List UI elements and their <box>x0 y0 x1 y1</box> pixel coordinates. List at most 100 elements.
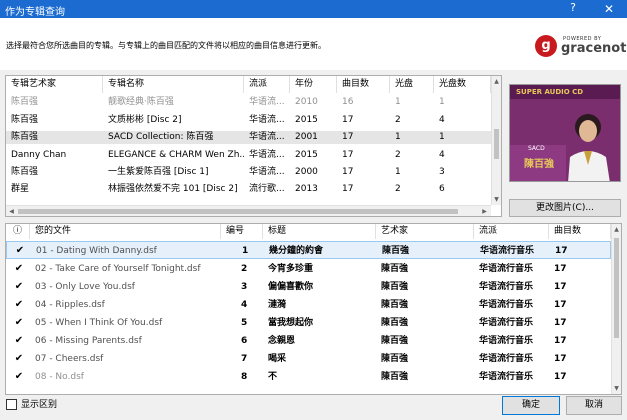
track-file: 05 - When I Think Of You.dsf <box>35 318 163 328</box>
album-year: 2001 <box>295 132 318 142</box>
col-header-genre[interactable]: 流派 <box>244 76 290 93</box>
track-genre: 华语流行音乐 <box>479 318 534 328</box>
album-row[interactable]: 陈百强 文质彬彬 [Disc 2] 华语流... 2015 17 2 4 <box>6 114 491 127</box>
album-name: ELEGANCE & CHARM Wen Zh... <box>108 150 244 160</box>
scroll-down-icon[interactable]: ▼ <box>492 194 501 205</box>
col-header-number[interactable]: 编号 <box>221 224 263 239</box>
album-disc: 1 <box>395 167 401 177</box>
col-header-title[interactable]: 标题 <box>263 224 376 239</box>
track-number: 1 <box>242 246 249 256</box>
album-disc: 1 <box>395 97 401 107</box>
track-row[interactable]: ✔ 03 - Only Love You.dsf 3 偏偏喜歡你 陳百強 华语流… <box>6 278 611 296</box>
check-icon[interactable]: ✔ <box>12 260 26 278</box>
close-button[interactable]: ✕ <box>596 0 622 18</box>
album-genre: 华语流... <box>249 150 285 160</box>
change-picture-button[interactable]: 更改图片(C)... <box>509 199 621 217</box>
album-disc-count: 3 <box>439 167 445 177</box>
track-number: 7 <box>241 354 248 364</box>
check-icon[interactable]: ✔ <box>12 332 26 350</box>
col-header-your-file[interactable]: 您的文件 <box>30 224 221 239</box>
check-icon[interactable]: ✔ <box>13 242 27 260</box>
col-header-track-count[interactable]: 曲目数 <box>549 224 611 239</box>
check-icon[interactable]: ✔ <box>12 314 26 332</box>
help-button[interactable]: ? <box>566 1 580 17</box>
album-list-vscroll-thumb[interactable] <box>494 129 499 159</box>
info-icon[interactable]: ⓘ <box>6 224 30 239</box>
cancel-button[interactable]: 取消 <box>566 396 622 415</box>
album-name: 靓歌经典·陈百强 <box>108 97 174 107</box>
window-title: 作为专辑查询 <box>5 7 65 18</box>
album-name: SACD Collection: 陈百强 <box>108 132 214 142</box>
gracenote-g-icon: g <box>535 35 557 57</box>
scroll-right-icon[interactable]: ▶ <box>479 206 490 216</box>
check-icon[interactable]: ✔ <box>12 368 26 386</box>
check-icon[interactable]: ✔ <box>12 278 26 296</box>
album-row[interactable]: Danny Chan ELEGANCE & CHARM Wen Zh... 华语… <box>6 149 491 162</box>
track-artist: 陳百強 <box>381 336 409 346</box>
track-row[interactable]: ✔ 04 - Ripples.dsf 4 漣漪 陳百強 华语流行音乐 17 <box>6 296 611 314</box>
show-differences-label: 显示区别 <box>21 400 58 410</box>
col-header-genre[interactable]: 流派 <box>474 224 549 239</box>
album-list[interactable]: 专辑艺术家 专辑名称 流派 年份 曲目数 光盘 光盘数 陈百强 靓歌经典·陈百强… <box>5 75 502 217</box>
album-artist: 陈百强 <box>11 132 39 142</box>
col-header-artist[interactable]: 艺术家 <box>376 224 474 239</box>
album-row[interactable]: 群星 林振强依然爱不完 101 [Disc 2] 流行歌... 2013 17 … <box>6 183 491 196</box>
ok-button[interactable]: 确定 <box>502 396 560 415</box>
scroll-left-icon[interactable]: ◀ <box>6 206 17 216</box>
col-header-track-count[interactable]: 曲目数 <box>337 76 390 93</box>
track-title: 念親恩 <box>268 336 296 346</box>
track-artist: 陳百強 <box>381 264 409 274</box>
album-artist: 陈百强 <box>11 115 39 125</box>
track-row[interactable]: ✔ 07 - Cheers.dsf 7 喝采 陳百強 华语流行音乐 17 <box>6 350 611 368</box>
album-track-count: 17 <box>342 115 354 125</box>
col-header-year[interactable]: 年份 <box>290 76 337 93</box>
album-track-count: 17 <box>342 132 354 142</box>
album-cover-image: SUPER AUDIO CD SACD 陳百強 <box>509 84 621 182</box>
instruction-text: 选择最符合您所选曲目的专辑。与专辑上的曲目匹配的文件将以相应的曲目信息进行更新。 <box>6 41 326 50</box>
album-name: 林振强依然爱不完 101 [Disc 2] <box>108 184 238 194</box>
album-list-hscroll-thumb[interactable] <box>18 209 458 214</box>
track-genre: 华语流行音乐 <box>479 336 534 346</box>
track-list-vscroll-thumb[interactable] <box>614 238 619 338</box>
track-genre: 华语流行音乐 <box>479 264 534 274</box>
scroll-up-icon[interactable]: ▲ <box>612 224 621 235</box>
col-header-album-artist[interactable]: 专辑艺术家 <box>6 76 103 93</box>
album-disc-count: 6 <box>439 184 445 194</box>
album-genre: 华语流... <box>249 97 285 107</box>
album-track-count: 17 <box>342 150 354 160</box>
track-number: 6 <box>241 336 248 346</box>
scroll-up-icon[interactable]: ▲ <box>492 76 501 87</box>
album-row[interactable]: 陈百强 靓歌经典·陈百强 华语流... 2010 16 1 1 <box>6 96 491 109</box>
track-number: 4 <box>241 300 248 310</box>
album-list-hscrollbar[interactable]: ◀ ▶ <box>6 205 491 216</box>
col-header-album-name[interactable]: 专辑名称 <box>103 76 244 93</box>
track-genre: 华语流行音乐 <box>479 282 534 292</box>
track-count: 17 <box>555 246 568 256</box>
track-row-selected[interactable]: ✔ 01 - Dating With Danny.dsf 1 幾分鐘的約會 陳百… <box>6 241 611 259</box>
album-artist: 群星 <box>11 184 30 194</box>
track-list[interactable]: ⓘ 您的文件 编号 标题 艺术家 流派 曲目数 ✔ 01 - Dating Wi… <box>5 223 622 395</box>
album-row[interactable]: 陈百强 一生紫爱陈百强 [Disc 1] 华语流... 2000 17 1 3 <box>6 166 491 179</box>
album-disc: 2 <box>395 150 401 160</box>
track-list-vscrollbar[interactable]: ▲ ▼ <box>611 224 621 394</box>
track-row[interactable]: ✔ 06 - Missing Parents.dsf 6 念親恩 陳百強 华语流… <box>6 332 611 350</box>
track-count: 17 <box>554 300 567 310</box>
check-icon[interactable]: ✔ <box>12 350 26 368</box>
track-count: 17 <box>554 282 567 292</box>
show-differences-checkbox[interactable] <box>6 399 17 410</box>
album-row-selected[interactable]: 陈百强 SACD Collection: 陈百强 华语流... 2001 17 … <box>6 131 491 144</box>
track-row[interactable]: ✔ 02 - Take Care of Yourself Tonight.dsf… <box>6 260 611 278</box>
col-header-disc[interactable]: 光盘 <box>390 76 434 93</box>
track-row[interactable]: ✔ 08 - No.dsf 8 不 陳百強 华语流行音乐 17 <box>6 368 611 386</box>
track-artist: 陳百強 <box>382 246 410 256</box>
album-list-vscrollbar[interactable]: ▲ ▼ <box>491 76 501 205</box>
check-icon[interactable]: ✔ <box>12 296 26 314</box>
scroll-down-icon[interactable]: ▼ <box>612 383 621 394</box>
track-row[interactable]: ✔ 05 - When I Think Of You.dsf 5 當我想起你 陳… <box>6 314 611 332</box>
track-title: 當我想起你 <box>268 318 314 328</box>
col-header-disc-count[interactable]: 光盘数 <box>434 76 491 93</box>
track-count: 17 <box>554 264 567 274</box>
track-number: 5 <box>241 318 248 328</box>
track-genre: 华语流行音乐 <box>480 246 535 256</box>
track-file: 02 - Take Care of Yourself Tonight.dsf <box>35 264 201 274</box>
